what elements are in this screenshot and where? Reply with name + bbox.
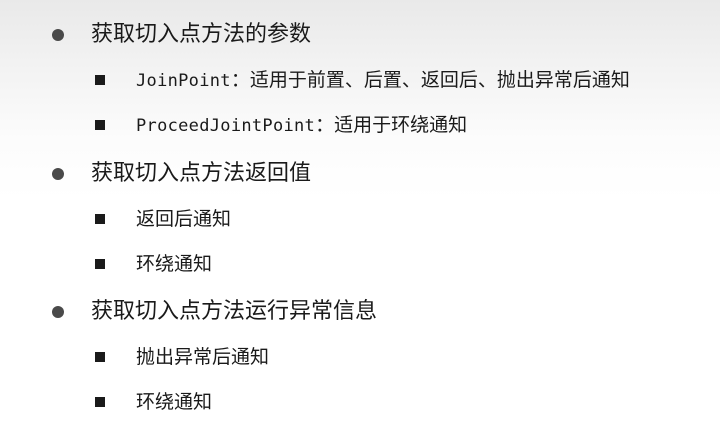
square-bullet-icon [95, 397, 105, 407]
code-proceedjointpoint: ProceedJointPoint [136, 116, 316, 136]
sub-bullet-1-1-text: JoinPoint：适用于前置、后置、返回后、抛出异常后通知 [136, 66, 630, 95]
slide-content: 获取切入点方法的参数 JoinPoint：适用于前置、后置、返回后、抛出异常后通… [0, 0, 720, 445]
code-joinpoint: JoinPoint [136, 71, 231, 91]
square-bullet-icon [95, 259, 105, 269]
sub-bullet-2-2-text: 环绕通知 [136, 253, 213, 275]
sub-bullet-2-1-text: 返回后通知 [136, 208, 232, 230]
bullet-dot-icon [52, 168, 64, 180]
sub-bullet-3-1-text: 抛出异常后通知 [136, 346, 270, 368]
sub-bullet-1-2-text: ProceedJointPoint：适用于环绕通知 [136, 111, 467, 140]
bullet-dot-icon [52, 29, 64, 41]
square-bullet-icon [95, 214, 105, 224]
sub-bullet-1-2-desc: ：适用于环绕通知 [315, 114, 468, 136]
square-bullet-icon [95, 120, 105, 130]
square-bullet-icon [95, 352, 105, 362]
bullet-dot-icon [52, 306, 64, 318]
bullet-2-text: 获取切入点方法返回值 [91, 161, 312, 186]
bullet-3-text: 获取切入点方法运行异常信息 [91, 299, 378, 324]
sub-bullet-3-2-text: 环绕通知 [136, 391, 213, 413]
sub-bullet-1-1-desc: ：适用于前置、后置、返回后、抛出异常后通知 [230, 69, 630, 91]
square-bullet-icon [95, 75, 105, 85]
bullet-1-text: 获取切入点方法的参数 [91, 22, 312, 47]
